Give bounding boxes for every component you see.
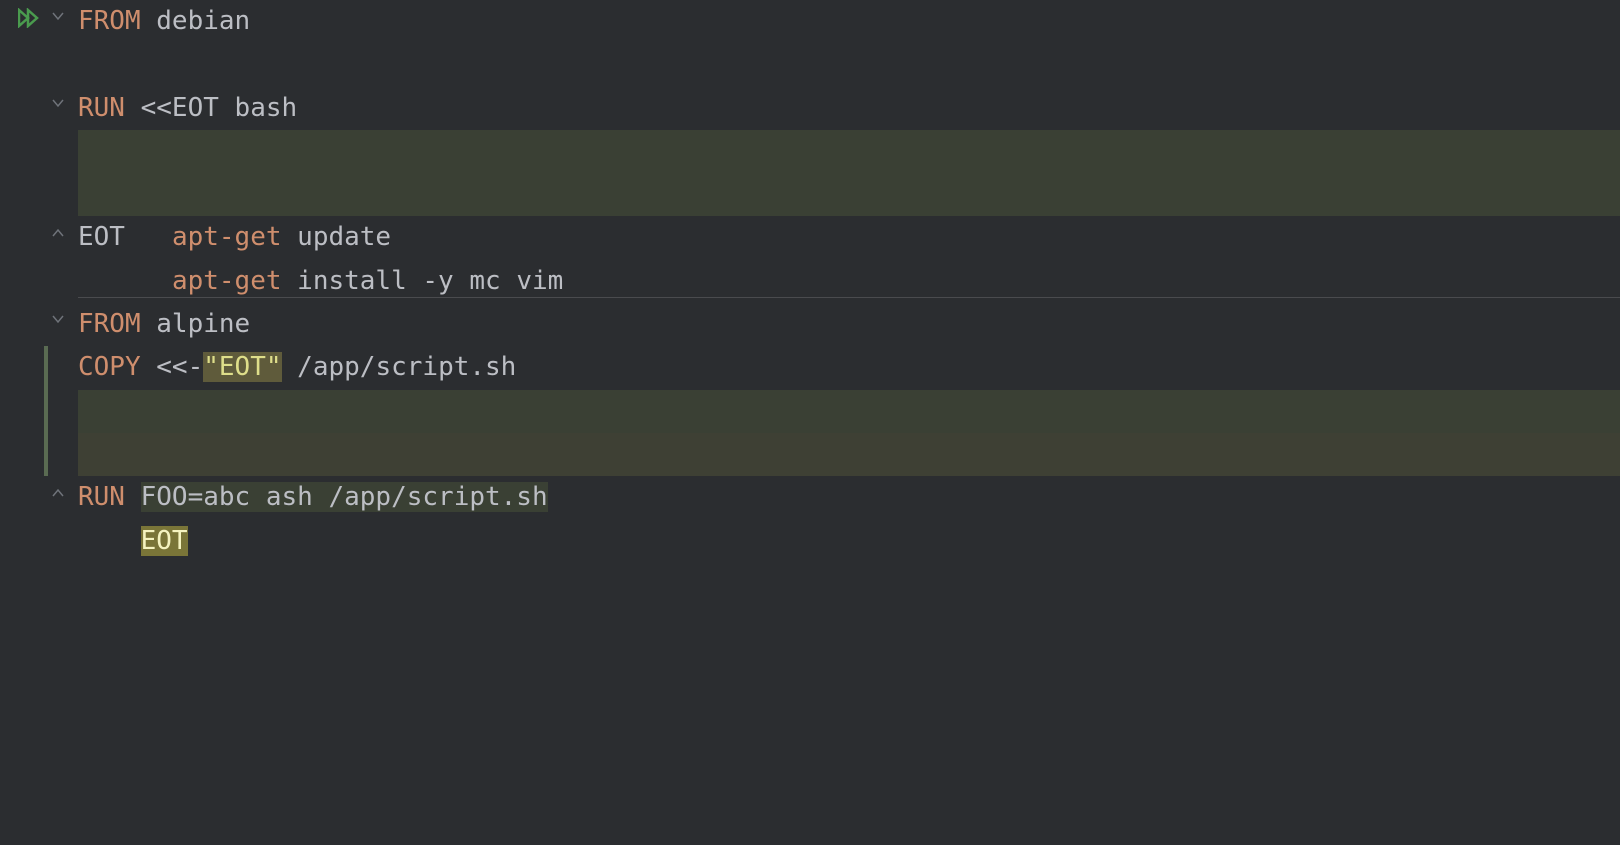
fold-gutter xyxy=(50,0,78,845)
code-line[interactable]: RUN <<EOT bash xyxy=(78,87,1620,130)
embedded-highlight xyxy=(78,130,1620,173)
code-line[interactable]: apt-get install -y mc vim xyxy=(78,173,1620,216)
code-line[interactable]: RUN FOO=abc ash /app/script.sh xyxy=(78,476,1620,519)
heredoc-op: <<- xyxy=(141,352,204,382)
embedded-highlight xyxy=(78,433,1620,476)
heredoc-start: <<EOT bash xyxy=(125,93,297,123)
code-line[interactable]: EOT xyxy=(78,216,1620,259)
code-line[interactable] xyxy=(78,260,1620,303)
space xyxy=(125,482,141,512)
fold-down-icon[interactable] xyxy=(52,97,64,109)
shell-command-line: FOO=abc ash /app/script.sh xyxy=(141,482,548,512)
code-line[interactable]: FROM alpine xyxy=(78,303,1620,346)
code-line[interactable]: EOT xyxy=(78,433,1620,476)
image-name: debian xyxy=(141,6,251,36)
change-marker xyxy=(44,346,48,476)
fold-up-icon[interactable] xyxy=(52,227,64,239)
dockerfile-keyword: FROM xyxy=(78,6,141,36)
code-line[interactable]: apt-get update xyxy=(78,130,1620,173)
embedded-highlight xyxy=(78,390,1620,433)
gutter xyxy=(0,0,50,845)
code-line[interactable] xyxy=(78,43,1620,86)
embedded-highlight xyxy=(78,173,1620,216)
heredoc-end: EOT xyxy=(141,526,188,556)
code-editor[interactable]: FROM debian RUN <<EOT bash apt-get updat… xyxy=(78,0,1620,520)
dockerfile-keyword: RUN xyxy=(78,93,125,123)
code-line[interactable]: COPY <<-"EOT" /app/script.sh xyxy=(78,346,1620,389)
dockerfile-keyword: COPY xyxy=(78,352,141,382)
dockerfile-keyword: FROM xyxy=(78,309,141,339)
image-name: alpine xyxy=(141,309,251,339)
run-icon[interactable] xyxy=(18,6,40,34)
fold-up-icon[interactable] xyxy=(52,487,64,499)
dockerfile-keyword: RUN xyxy=(78,482,125,512)
fold-down-icon[interactable] xyxy=(52,10,64,22)
heredoc-end: EOT xyxy=(78,222,125,252)
code-line[interactable]: FROM debian xyxy=(78,0,1620,43)
code-line[interactable]: echo Hello ${FOD} xyxy=(78,390,1620,433)
heredoc-delimiter: "EOT" xyxy=(203,352,281,382)
fold-down-icon[interactable] xyxy=(52,313,64,325)
copy-dest: /app/script.sh xyxy=(282,352,517,382)
